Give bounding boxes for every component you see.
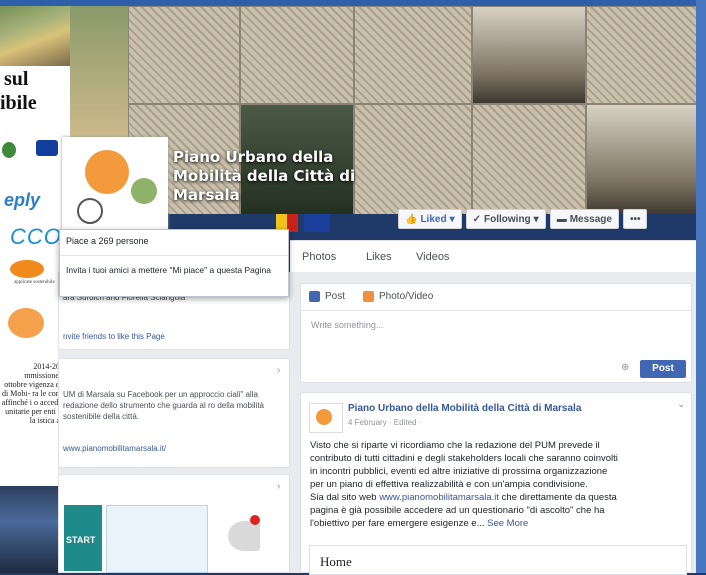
page-tabs: Photos Likes Videos (290, 240, 696, 274)
logo-tree-icon (131, 178, 157, 204)
profile-picture[interactable] (62, 137, 168, 235)
about-card: › UM di Marsala su Facebook per un appro… (58, 358, 290, 468)
post-text: che direttamente da questa (499, 492, 617, 503)
logo-sun-icon (85, 150, 129, 194)
photo-icon (363, 291, 374, 302)
post-meta[interactable]: 4 February · Edited · (348, 417, 421, 428)
composer-tab-post[interactable]: Post (309, 291, 345, 302)
post-button[interactable]: Post (640, 360, 686, 378)
more-icon: ••• (629, 213, 641, 225)
pencil-icon (309, 291, 320, 302)
tab-likes[interactable]: Likes (366, 251, 392, 263)
cover-tile (586, 104, 696, 214)
invite-friends-text[interactable]: Invita i tuoi amici a mettere "Mi piace"… (66, 264, 276, 276)
page-title[interactable]: Piano Urbano della Mobilità della Città … (173, 148, 363, 205)
invite-friends-link[interactable]: nvite friends to like this Page (63, 331, 165, 342)
partner-logo-text: CCO (10, 224, 62, 249)
cover-tile (472, 6, 586, 104)
composer-tabs: Post Photo/Video (301, 284, 691, 311)
partner-logo-caption: applicate sostenibile (14, 280, 55, 285)
window-frame (696, 0, 706, 573)
logo-wheel-icon (77, 198, 103, 224)
composer-tab-label: Post (325, 291, 346, 302)
post-text: Sia dal sito web (310, 492, 380, 503)
photo-thumbnail[interactable]: START (64, 505, 102, 571)
thumbs-up-icon: 👍 (405, 213, 418, 225)
partner-logo (8, 308, 44, 338)
photo-thumbnail[interactable] (214, 503, 278, 571)
link-preview-title: Home (320, 554, 352, 569)
post-line: Sia dal sito web www.pianomobilitamarsal… (310, 491, 688, 504)
divider (60, 255, 288, 256)
partner-logo-text: eply (4, 190, 41, 210)
website-link[interactable]: www.pianomobilitamarsala.it/ (63, 443, 166, 454)
composer-tab-photo[interactable]: Photo/Video (363, 291, 433, 302)
photo-thumbnails: START (64, 497, 280, 573)
page-actions: 👍 Liked ▾ ✓ Following ▾ ▬ Message ••• (398, 208, 648, 230)
author-avatar[interactable] (309, 403, 343, 433)
cover-tile (472, 104, 586, 214)
document-heading: ibile (0, 92, 37, 114)
following-label: Following (484, 213, 531, 225)
thumbnail-label: START (66, 535, 96, 545)
tab-videos[interactable]: Videos (416, 251, 449, 263)
chevron-down-icon: ▾ (449, 213, 455, 225)
post-line: contributo di tutti cittadini e degli st… (310, 453, 618, 464)
chevron-right-icon[interactable]: › (277, 481, 280, 492)
message-button[interactable]: ▬ Message (549, 209, 619, 229)
post-line: Visto che si riparte vi ricordiamo che l… (310, 440, 600, 451)
megaphone-icon (250, 515, 260, 525)
post-body: Visto che si riparte vi ricordiamo che l… (310, 439, 688, 530)
tab-photos[interactable]: Photos (302, 251, 336, 263)
post-composer: Post Photo/Video Write something... ⊕ (300, 283, 692, 383)
logo-sun-icon (316, 409, 332, 425)
post-line: pagina è già possibile accedere ad un qu… (310, 505, 605, 516)
check-icon: ✓ (472, 213, 481, 225)
chevron-down-icon: ▾ (533, 213, 539, 225)
post-line: per un piano di effettiva realizzabilità… (310, 479, 588, 490)
post-author[interactable]: Piano Urbano della Mobilità della Città … (348, 403, 581, 414)
eu-logo (36, 140, 58, 156)
website-link[interactable]: www.pianomobilitamarsala.it (379, 492, 499, 503)
photo-thumbnail[interactable] (106, 505, 208, 573)
post-line: l'obiettivo per fare emergere esigenze e… (310, 517, 688, 530)
post-line: in incontri pubblici, eventi ed altre in… (310, 466, 608, 477)
more-button[interactable]: ••• (622, 209, 648, 229)
composer-input[interactable]: Write something... (311, 320, 383, 331)
post-text: l'obiettivo per fare emergere esigenze e… (310, 518, 485, 529)
message-icon: ▬ (556, 213, 567, 225)
document-photo (0, 0, 70, 66)
partner-logo (10, 260, 44, 278)
eu-flag-icon (304, 214, 330, 232)
link-preview-card[interactable]: Home (309, 545, 687, 575)
partner-logo (2, 142, 16, 158)
document-heading: sul (4, 68, 29, 90)
megaphone-icon (228, 521, 260, 551)
message-label: Message (569, 213, 612, 225)
liked-button[interactable]: 👍 Liked ▾ (398, 209, 462, 229)
chevron-down-icon[interactable]: ⌄ (677, 399, 685, 410)
liked-label: Liked (420, 213, 447, 225)
cover-tile (354, 104, 472, 214)
likes-popup: Piace a 269 persone Invita i tuoi amici … (59, 229, 289, 297)
about-text: UM di Marsala su Facebook per un approcc… (63, 390, 265, 421)
cover-tile (586, 6, 696, 104)
cover-tile (128, 6, 240, 104)
cover-tile (240, 6, 354, 104)
chevron-right-icon[interactable]: › (277, 365, 280, 376)
likes-count: Piace a 269 persone (66, 236, 149, 246)
window-frame (0, 0, 706, 6)
cover-tile (354, 6, 472, 104)
location-icon[interactable]: ⊕ (621, 362, 629, 373)
see-more-link[interactable]: See More (487, 518, 528, 529)
following-button[interactable]: ✓ Following ▾ (465, 209, 546, 229)
composer-tab-label: Photo/Video (379, 291, 434, 302)
